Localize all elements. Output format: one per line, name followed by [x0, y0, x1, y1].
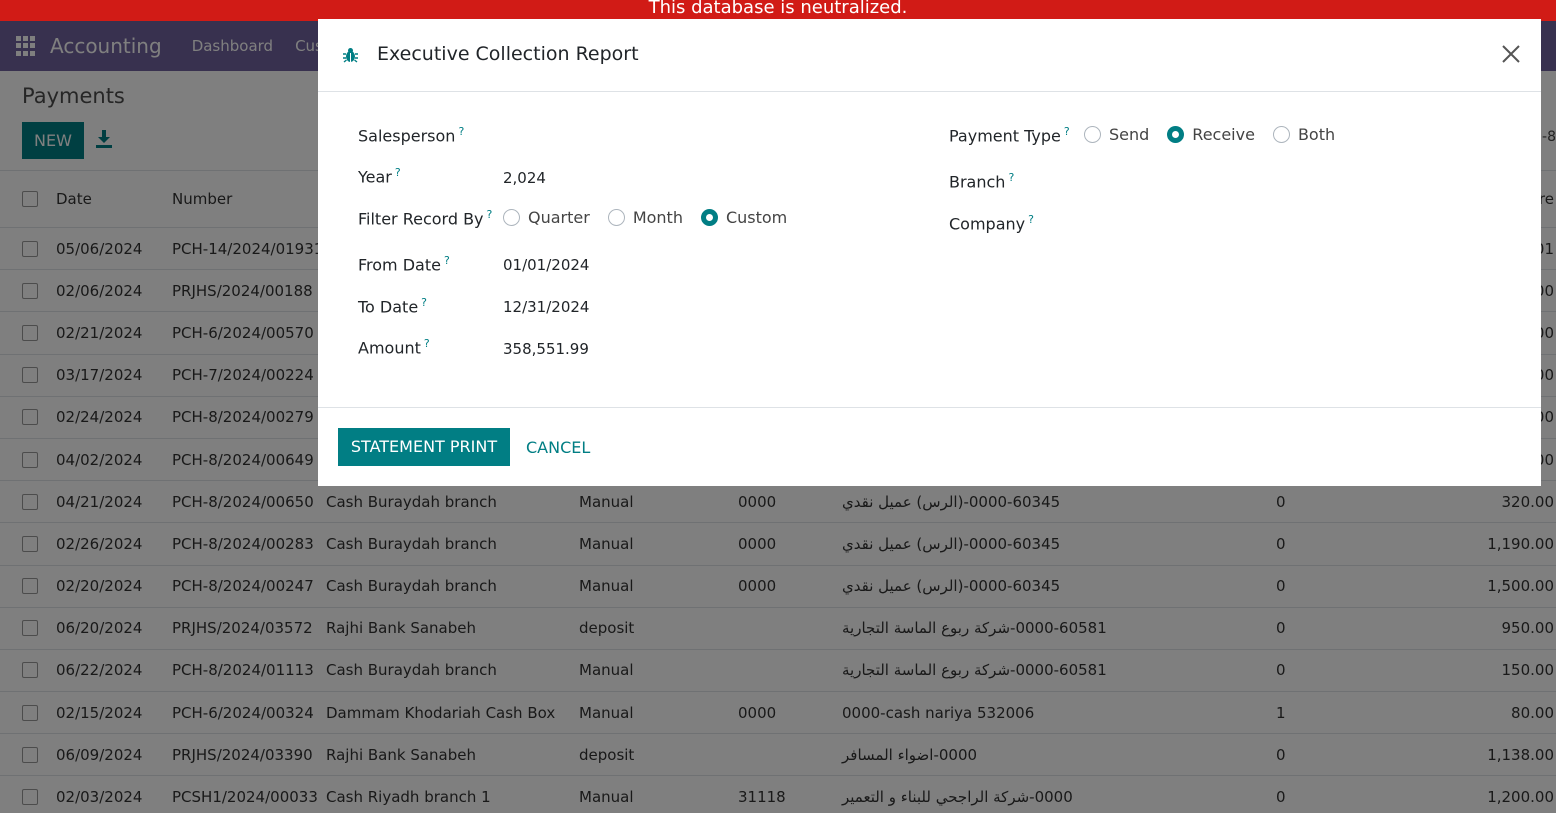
neutralized-banner: This database is neutralized.: [0, 0, 1556, 21]
dialog-header: Executive Collection Report: [318, 19, 1541, 92]
bug-icon[interactable]: [343, 47, 358, 63]
help-tooltip-icon[interactable]: ?: [1028, 213, 1034, 226]
from-date-field[interactable]: 01/01/2024: [503, 256, 589, 274]
radio-month[interactable]: Month: [607, 208, 683, 227]
from-date-label: From Date?: [358, 254, 450, 275]
radio-button-icon[interactable]: [503, 209, 520, 226]
banner-text: This database is neutralized.: [648, 0, 908, 18]
dialog-footer: STATEMENT PRINT CANCEL: [318, 407, 1541, 486]
amount-field[interactable]: 358,551.99: [503, 340, 589, 358]
dialog-body: Salesperson? Year? 2,024 Filter Record B…: [318, 92, 1541, 407]
to-date-field[interactable]: 12/31/2024: [503, 298, 589, 316]
radio-both[interactable]: Both: [1272, 125, 1335, 144]
radio-quarter[interactable]: Quarter: [503, 208, 590, 227]
statement-print-button[interactable]: STATEMENT PRINT: [338, 428, 510, 466]
radio-button-icon[interactable]: [1084, 126, 1101, 143]
payment-type-label: Payment Type?: [949, 125, 1070, 146]
radio-send[interactable]: Send: [1084, 125, 1149, 144]
radio-button-selected-icon[interactable]: [1167, 126, 1185, 143]
radio-receive[interactable]: Receive: [1167, 125, 1255, 144]
payment-type-radio-group: Send Receive Both: [1084, 125, 1353, 144]
help-tooltip-icon[interactable]: ?: [487, 208, 493, 221]
close-icon[interactable]: [1501, 44, 1521, 64]
report-dialog: Executive Collection Report Salesperson?…: [318, 19, 1541, 486]
dialog-title: Executive Collection Report: [377, 43, 639, 65]
radio-button-selected-icon[interactable]: [700, 209, 718, 226]
cancel-button[interactable]: CANCEL: [526, 438, 590, 457]
help-tooltip-icon[interactable]: ?: [1064, 125, 1070, 138]
branch-label: Branch?: [949, 171, 1015, 192]
company-label: Company?: [949, 213, 1034, 234]
help-tooltip-icon[interactable]: ?: [421, 296, 427, 309]
salesperson-label: Salesperson?: [358, 125, 465, 146]
help-tooltip-icon[interactable]: ?: [424, 337, 430, 350]
help-tooltip-icon[interactable]: ?: [444, 254, 450, 267]
radio-button-icon[interactable]: [607, 209, 625, 226]
help-tooltip-icon[interactable]: ?: [458, 125, 464, 138]
to-date-label: To Date?: [358, 296, 428, 317]
help-tooltip-icon[interactable]: ?: [395, 166, 401, 179]
help-tooltip-icon[interactable]: ?: [1008, 171, 1014, 184]
year-label: Year?: [358, 166, 401, 187]
radio-custom[interactable]: Custom: [700, 208, 787, 227]
year-field[interactable]: 2,024: [503, 169, 546, 187]
amount-label: Amount?: [358, 337, 430, 358]
filter-record-by-label: Filter Record By?: [358, 208, 493, 229]
radio-button-icon[interactable]: [1272, 126, 1290, 143]
filter-record-by-radio-group: Quarter Month Custom: [503, 208, 805, 227]
